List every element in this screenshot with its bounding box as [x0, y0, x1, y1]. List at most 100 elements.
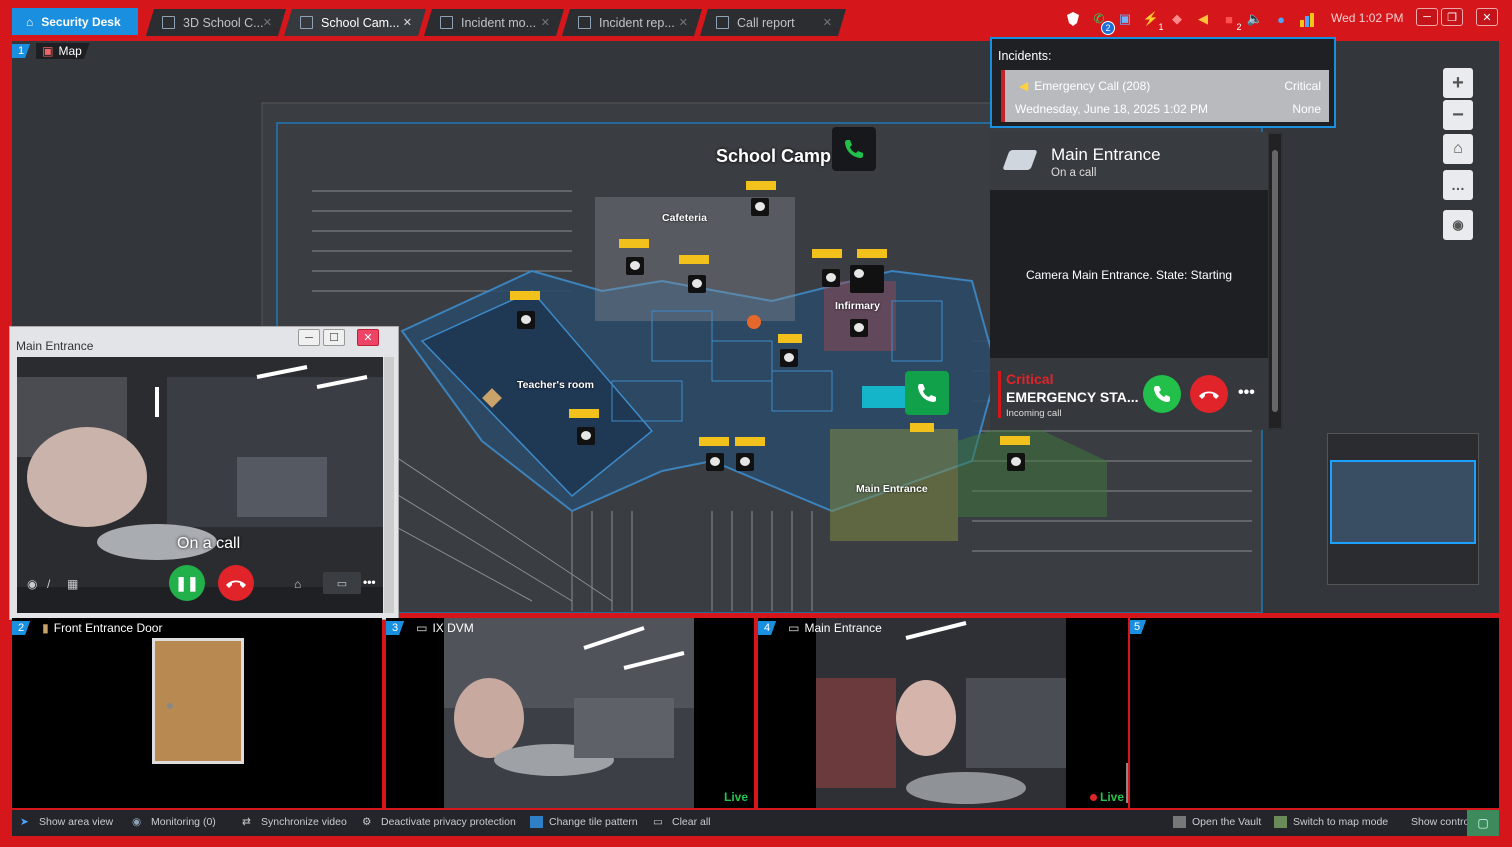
- area-teachers-room[interactable]: Teacher's room: [517, 379, 594, 391]
- incident-item[interactable]: ◀ Emergency Call (208) Wednesday, June 1…: [1001, 70, 1329, 122]
- close-window-button[interactable]: ✕: [357, 329, 379, 346]
- camera-icon[interactable]: [850, 319, 868, 337]
- video-toggle-button[interactable]: ▭: [323, 572, 361, 594]
- maximize-button[interactable]: ☐: [323, 329, 345, 346]
- camera-label: [699, 437, 729, 446]
- button-label: Deactivate privacy protection: [381, 816, 516, 828]
- door-image: [152, 638, 244, 764]
- button-label: Show area view: [39, 816, 114, 828]
- volume-icon[interactable]: 🔈: [1246, 10, 1264, 28]
- close-icon[interactable]: ✕: [403, 16, 412, 29]
- area-main-entrance[interactable]: Main Entrance: [856, 483, 928, 495]
- camera-control-icon[interactable]: ◉: [27, 577, 37, 591]
- map-layers-button[interactable]: ◉: [1443, 210, 1473, 240]
- intercom-phone-icon[interactable]: [832, 127, 876, 171]
- button-label: Monitoring (0): [151, 816, 216, 828]
- close-window-button[interactable]: ✕: [1476, 8, 1498, 26]
- camera-icon[interactable]: [626, 257, 644, 275]
- minimize-button[interactable]: ─: [298, 329, 320, 346]
- phone-calls-icon[interactable]: ✆ 2: [1090, 10, 1115, 35]
- video-tile-front-entrance-door[interactable]: 2 ▮ Front Entrance Door: [12, 618, 382, 808]
- tab-incident-monitoring[interactable]: Incident mo... ✕: [424, 9, 564, 36]
- minimap[interactable]: [1327, 433, 1479, 585]
- area-cafeteria[interactable]: Cafeteria: [662, 212, 707, 224]
- camera-icon[interactable]: [706, 453, 724, 471]
- deactivate-privacy-button[interactable]: ⚙ Deactivate privacy protection: [362, 816, 516, 828]
- area-infirmary[interactable]: Infirmary: [835, 300, 880, 312]
- video-tile-ix-dvm[interactable]: 3 ▭ IX DVM Live: [386, 618, 754, 808]
- camera-icon[interactable]: [736, 453, 754, 471]
- minimize-button[interactable]: ─: [1416, 8, 1438, 26]
- camera-icon[interactable]: [751, 198, 769, 216]
- tile-number: 3: [386, 621, 404, 635]
- more-options-button[interactable]: •••: [363, 575, 376, 589]
- globe-icon[interactable]: ●: [1272, 10, 1290, 28]
- open-vault-button[interactable]: Open the Vault: [1173, 816, 1261, 828]
- show-area-view-button[interactable]: ➤ Show area view: [20, 816, 113, 828]
- notification-icon[interactable]: ■ 2: [1220, 10, 1246, 34]
- map-icon: ▣: [42, 44, 54, 58]
- zoom-out-button[interactable]: −: [1443, 100, 1473, 130]
- tab-school-campus[interactable]: School Cam... ✕: [284, 9, 426, 36]
- more-options-button[interactable]: •••: [1238, 384, 1255, 402]
- live-indicator-row: Live: [1089, 790, 1124, 804]
- live-indicator: Live: [1099, 790, 1124, 804]
- camera-icon[interactable]: [517, 311, 535, 329]
- home-view-button[interactable]: ⌂: [1443, 134, 1473, 164]
- door-knob: [167, 703, 173, 709]
- alarm-marker-icon[interactable]: [747, 315, 761, 329]
- microphone-icon[interactable]: /: [47, 577, 50, 591]
- change-tile-pattern-button[interactable]: Change tile pattern: [530, 816, 638, 828]
- camera-icon[interactable]: [850, 265, 884, 293]
- tab-label: Incident rep...: [599, 15, 675, 30]
- scroll-thumb[interactable]: [1272, 150, 1278, 412]
- camera-icon[interactable]: [822, 269, 840, 287]
- tab-incident-report[interactable]: Incident rep... ✕: [562, 9, 702, 36]
- tile-label: ▭ IX DVM: [410, 620, 482, 636]
- unlock-icon[interactable]: ⌂: [294, 577, 301, 591]
- minimap-viewport[interactable]: [1330, 460, 1476, 544]
- stats-icon[interactable]: [1298, 10, 1316, 28]
- monitor-icon[interactable]: ▣: [1116, 10, 1134, 28]
- tile-number: 5: [1130, 620, 1146, 634]
- active-call-phone-icon[interactable]: [905, 371, 949, 415]
- camera-icon[interactable]: [1007, 453, 1025, 471]
- show-controls-button[interactable]: Show controls: [1411, 816, 1473, 828]
- close-icon[interactable]: ✕: [541, 16, 550, 29]
- camera-icon[interactable]: [780, 349, 798, 367]
- close-icon[interactable]: ✕: [263, 16, 272, 29]
- window-scrollbar[interactable]: [384, 357, 394, 613]
- more-map-options-button[interactable]: …: [1443, 170, 1473, 200]
- chat-icon[interactable]: ▢: [1467, 810, 1499, 836]
- reject-call-button[interactable]: [1190, 375, 1228, 413]
- privacy-icon: ⚙: [362, 816, 372, 828]
- video-tile-main-entrance[interactable]: 4 ▭ Main Entrance Live: [758, 618, 1128, 808]
- shield-icon[interactable]: [1064, 10, 1082, 28]
- tab-label: Incident mo...: [461, 15, 537, 30]
- synchronize-video-button[interactable]: ⇄ Synchronize video: [242, 816, 347, 828]
- camera-icon[interactable]: [688, 275, 706, 293]
- tab-3d-school[interactable]: 3D School C... ✕: [146, 9, 286, 36]
- tab-call-report[interactable]: Call report ✕: [700, 9, 846, 36]
- zoom-in-button[interactable]: +: [1443, 68, 1473, 98]
- camera-icon[interactable]: [577, 427, 595, 445]
- tile-label-text: Main Entrance: [804, 621, 882, 635]
- call-video-window[interactable]: Main Entrance ─ ☐ ✕ On a call ◉ / ▦ ❚❚ ⌂…: [9, 326, 399, 620]
- keypad-icon[interactable]: ▦: [67, 577, 78, 591]
- hangup-call-button[interactable]: [218, 565, 254, 601]
- close-icon[interactable]: ✕: [679, 16, 688, 29]
- video-tile-empty[interactable]: 5: [1130, 618, 1499, 808]
- monitoring-button[interactable]: ◉ Monitoring (0): [132, 816, 216, 828]
- call-panel-scrollbar[interactable]: [1269, 134, 1281, 428]
- clear-all-button[interactable]: ▭ Clear all: [653, 816, 711, 828]
- switch-map-mode-button[interactable]: Switch to map mode: [1274, 816, 1388, 828]
- maximize-button[interactable]: ❐: [1441, 8, 1463, 26]
- call-priority: Critical: [1006, 371, 1054, 387]
- tab-security-desk[interactable]: ⌂ Security Desk: [12, 8, 138, 35]
- answer-call-button[interactable]: [1143, 375, 1181, 413]
- close-icon[interactable]: ✕: [823, 16, 832, 29]
- megaphone-icon[interactable]: ◀: [1194, 10, 1212, 28]
- siren-icon[interactable]: ◆: [1168, 10, 1186, 28]
- alarm-icon[interactable]: ⚡ 1: [1142, 10, 1168, 34]
- hold-call-button[interactable]: ❚❚: [169, 565, 205, 601]
